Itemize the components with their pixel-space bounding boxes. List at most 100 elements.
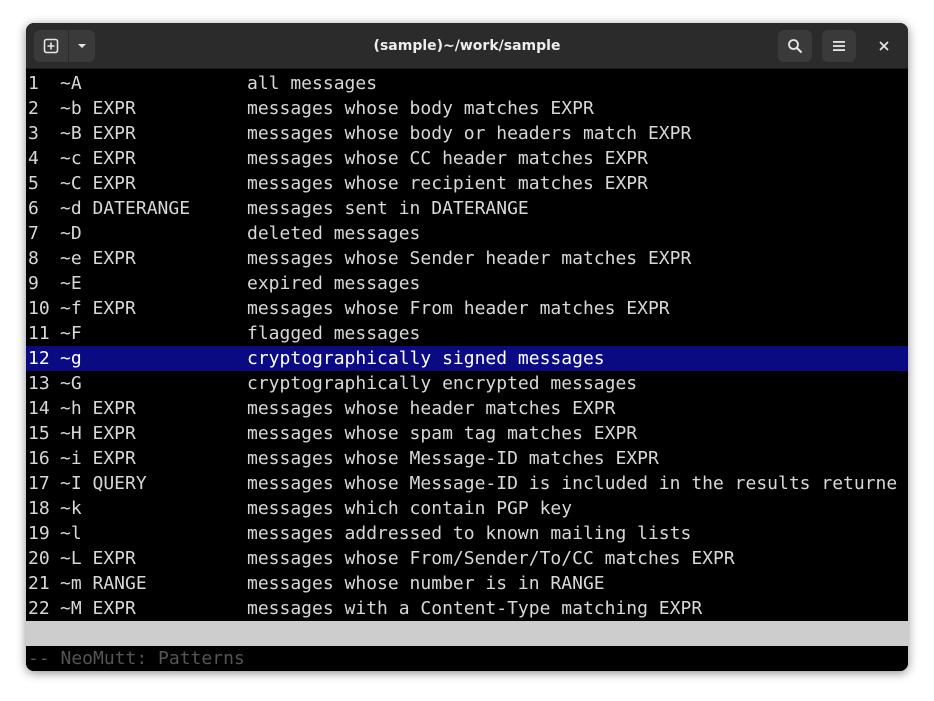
terminal-content[interactable]: 1 ~A all messages 2 ~b EXPR messages whose bo… — [26, 69, 908, 671]
row-number: 1 — [28, 73, 39, 94]
pattern-row[interactable]: 13 ~G cryptographically encrypted messages — [26, 371, 908, 396]
status-text: -- NeoMutt: Patterns — [28, 648, 245, 669]
pattern-row[interactable]: 5 ~C EXPR messages whose recipient matches… — [26, 171, 908, 196]
pattern-description: messages addressed to known mailing list… — [247, 523, 692, 544]
title-bar: (sample)~/work/sample — [26, 23, 908, 69]
pattern-row[interactable]: 18 ~k messages which contain PGP key — [26, 496, 908, 521]
chevron-down-icon — [77, 41, 87, 51]
row-number: 7 — [28, 223, 39, 244]
row-number: 18 — [28, 498, 50, 519]
pattern-expression: ~H EXPR — [60, 423, 136, 444]
window-title: (sample)~/work/sample — [373, 38, 561, 54]
pattern-row[interactable]: 12 ~g cryptographically signed messages — [26, 346, 908, 371]
hamburger-menu-icon — [832, 40, 846, 52]
pattern-expression: ~l — [60, 523, 82, 544]
pattern-expression: ~i EXPR — [60, 448, 136, 469]
row-number: 15 — [28, 423, 50, 444]
pattern-expression: ~A — [60, 73, 82, 94]
pattern-description: messages whose spam tag matches EXPR — [247, 423, 638, 444]
row-number: 13 — [28, 373, 50, 394]
pattern-row[interactable]: 8 ~e EXPR messages whose Sender header mat… — [26, 246, 908, 271]
pattern-description: deleted messages — [247, 223, 421, 244]
tab-dropdown-button[interactable] — [68, 30, 95, 62]
row-number: 6 — [28, 198, 39, 219]
pattern-expression: ~E — [60, 273, 82, 294]
pattern-description: expired messages — [247, 273, 421, 294]
row-number: 16 — [28, 448, 50, 469]
pattern-expression: ~c EXPR — [60, 148, 136, 169]
pattern-expression: ~f EXPR — [60, 298, 136, 319]
row-number: 22 — [28, 598, 50, 619]
pattern-row[interactable]: 6 ~d DATERANGE messages sent in DATERANGE — [26, 196, 908, 221]
pattern-expression: ~D — [60, 223, 82, 244]
pattern-row[interactable]: 3 ~B EXPR messages whose body or headers m… — [26, 121, 908, 146]
pattern-description: messages sent in DATERANGE — [247, 198, 529, 219]
pattern-expression: ~B EXPR — [60, 123, 136, 144]
row-number: 17 — [28, 473, 50, 494]
pattern-expression: ~m RANGE — [60, 573, 147, 594]
pattern-expression: ~e EXPR — [60, 248, 136, 269]
row-number: 19 — [28, 523, 50, 544]
pattern-expression: ~k — [60, 498, 82, 519]
search-button[interactable] — [778, 30, 812, 62]
row-number: 14 — [28, 398, 50, 419]
new-tab-button[interactable] — [34, 30, 68, 62]
pattern-row[interactable]: 2 ~b EXPR messages whose body matches EXPR — [26, 96, 908, 121]
row-number: 12 — [28, 348, 50, 369]
pattern-row[interactable]: 4 ~c EXPR messages whose CC header matches… — [26, 146, 908, 171]
pattern-expression: ~F — [60, 323, 82, 344]
pattern-description: messages whose Message-ID is included in… — [247, 473, 898, 494]
pattern-expression: ~L EXPR — [60, 548, 136, 569]
row-number: 4 — [28, 148, 39, 169]
row-number: 9 — [28, 273, 39, 294]
pattern-description: messages whose recipient matches EXPR — [247, 173, 648, 194]
row-number: 20 — [28, 548, 50, 569]
search-icon — [787, 38, 803, 54]
pattern-row[interactable]: 10 ~f EXPR messages whose From header matc… — [26, 296, 908, 321]
terminal-window: (sample)~/work/sample 1 ~A all messages … — [26, 23, 908, 671]
pattern-row[interactable]: 16 ~i EXPR messages whose Message-ID match… — [26, 446, 908, 471]
pattern-row[interactable]: 21 ~m RANGE messages whose number is in RA… — [26, 571, 908, 596]
pattern-description: messages whose From header matches EXPR — [247, 298, 670, 319]
pattern-description: all messages — [247, 73, 378, 94]
pattern-row[interactable]: 7 ~D deleted messages — [26, 221, 908, 246]
pattern-row[interactable]: 11 ~F flagged messages — [26, 321, 908, 346]
close-icon — [878, 40, 890, 52]
pattern-description: flagged messages — [247, 323, 421, 344]
main-menu-button[interactable] — [822, 30, 856, 62]
pattern-description: messages whose Sender header matches EXP… — [247, 248, 692, 269]
close-window-button[interactable] — [868, 30, 900, 62]
pattern-description: messages whose From/Sender/To/CC matches… — [247, 548, 735, 569]
pattern-description: cryptographically encrypted messages — [247, 373, 638, 394]
pattern-description: messages whose CC header matches EXPR — [247, 148, 648, 169]
row-number: 2 — [28, 98, 39, 119]
pattern-description: cryptographically signed messages — [247, 348, 605, 369]
pattern-expression: ~h EXPR — [60, 398, 136, 419]
pattern-description: messages with a Content-Type matching EX… — [247, 598, 703, 619]
status-bar: -- NeoMutt: Patterns — [26, 621, 908, 669]
pattern-row[interactable]: 19 ~l messages addressed to known mailing … — [26, 521, 908, 546]
pattern-row[interactable]: 15 ~H EXPR messages whose spam tag matches… — [26, 421, 908, 446]
row-number: 10 — [28, 298, 50, 319]
row-number: 21 — [28, 573, 50, 594]
row-number: 11 — [28, 323, 50, 344]
pattern-expression: ~C EXPR — [60, 173, 136, 194]
pattern-description: messages whose header matches EXPR — [247, 398, 616, 419]
pattern-row[interactable]: 1 ~A all messages — [26, 71, 908, 96]
pattern-expression: ~G — [60, 373, 82, 394]
pattern-row[interactable]: 22 ~M EXPR messages with a Content-Type ma… — [26, 596, 908, 621]
pattern-description: messages whose body matches EXPR — [247, 98, 594, 119]
row-number: 5 — [28, 173, 39, 194]
pattern-row[interactable]: 14 ~h EXPR messages whose header matches E… — [26, 396, 908, 421]
pattern-expression: ~b EXPR — [60, 98, 136, 119]
pattern-row[interactable]: 9 ~E expired messages — [26, 271, 908, 296]
pattern-description: messages whose Message-ID matches EXPR — [247, 448, 659, 469]
pattern-expression: ~d DATERANGE — [60, 198, 191, 219]
new-tab-icon — [43, 38, 59, 54]
pattern-row[interactable]: 17 ~I QUERY messages whose Message-ID is i… — [26, 471, 908, 496]
pattern-expression: ~g — [60, 348, 82, 369]
pattern-row[interactable]: 20 ~L EXPR messages whose From/Sender/To/C… — [26, 546, 908, 571]
pattern-expression: ~I QUERY — [60, 473, 147, 494]
pattern-description: messages whose body or headers match EXP… — [247, 123, 692, 144]
pattern-description: messages whose number is in RANGE — [247, 573, 605, 594]
